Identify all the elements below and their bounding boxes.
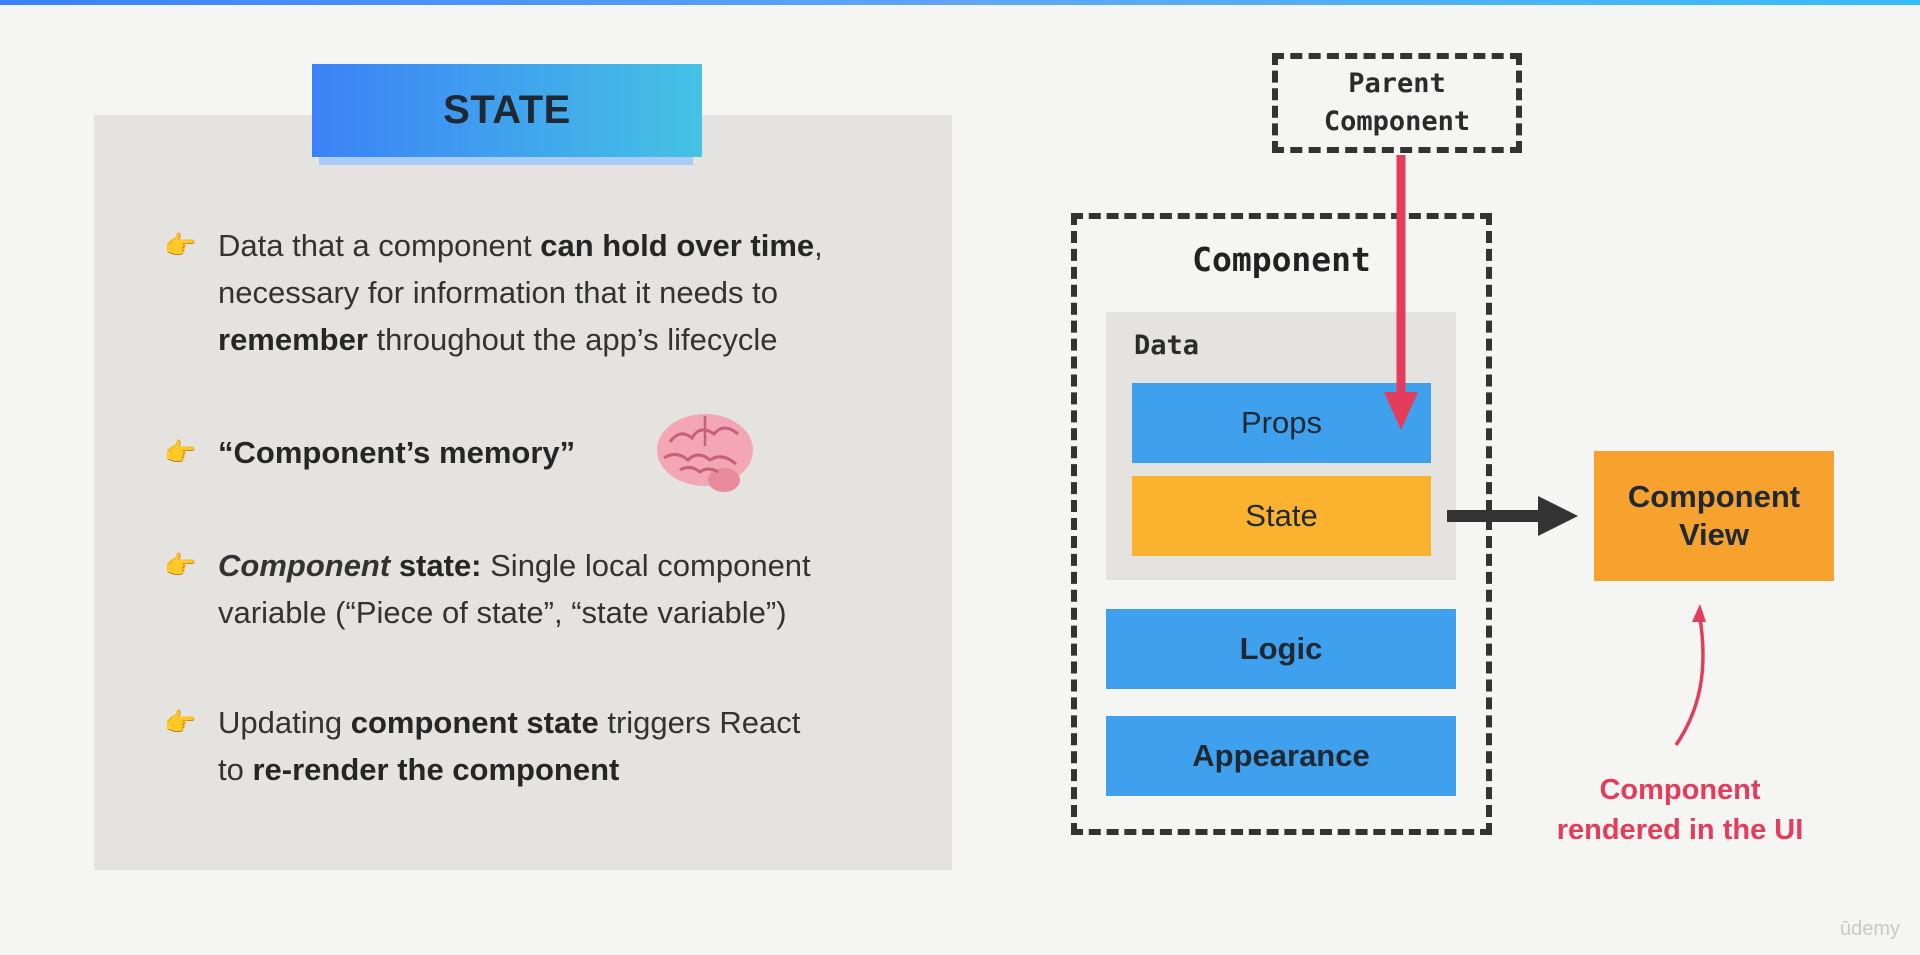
pointing-hand-icon: 👉	[164, 707, 197, 737]
pointing-hand-icon: 👉	[164, 437, 197, 467]
props-block: Props	[1132, 383, 1431, 463]
component-view-label: Component View	[1627, 479, 1801, 552]
title-banner: STATE	[312, 64, 702, 157]
logic-block: Logic	[1106, 609, 1456, 689]
appearance-block: Appearance	[1106, 716, 1456, 796]
brain-icon	[657, 414, 753, 492]
udemy-watermark: ūdemy	[1840, 918, 1901, 940]
rendered-caption: Component rendered in the UI	[1556, 774, 1804, 846]
pointing-hand-icon: 👉	[164, 550, 197, 580]
component-label: Component	[1192, 240, 1371, 279]
bullet-1-text: Data that a component can hold over time…	[218, 228, 823, 357]
bullet-3-text: Component state: Single local component …	[218, 548, 811, 630]
component-view-box: Component View	[1594, 451, 1834, 581]
bullet-4-text: Updating component state triggers React …	[218, 705, 801, 787]
pointing-hand-icon: 👉	[164, 230, 197, 260]
bullet-3: 👉 Component state: Single local componen…	[164, 542, 904, 636]
slide-title: STATE	[443, 88, 571, 132]
bullet-2-text: “Component’s memory”	[218, 435, 576, 470]
top-accent-bar	[0, 0, 1920, 5]
parent-component-label: Parent Component	[1323, 68, 1471, 137]
bullet-2: 👉 “Component’s memory”	[164, 429, 904, 476]
bullet-4: 👉 Updating component state triggers Reac…	[164, 699, 904, 793]
bullet-1: 👉 Data that a component can hold over ti…	[164, 222, 904, 363]
parent-component-box: Parent Component	[1272, 53, 1522, 153]
rendered-curved-arrow	[1674, 604, 1706, 746]
data-label: Data	[1134, 330, 1200, 361]
state-block: State	[1132, 476, 1431, 556]
